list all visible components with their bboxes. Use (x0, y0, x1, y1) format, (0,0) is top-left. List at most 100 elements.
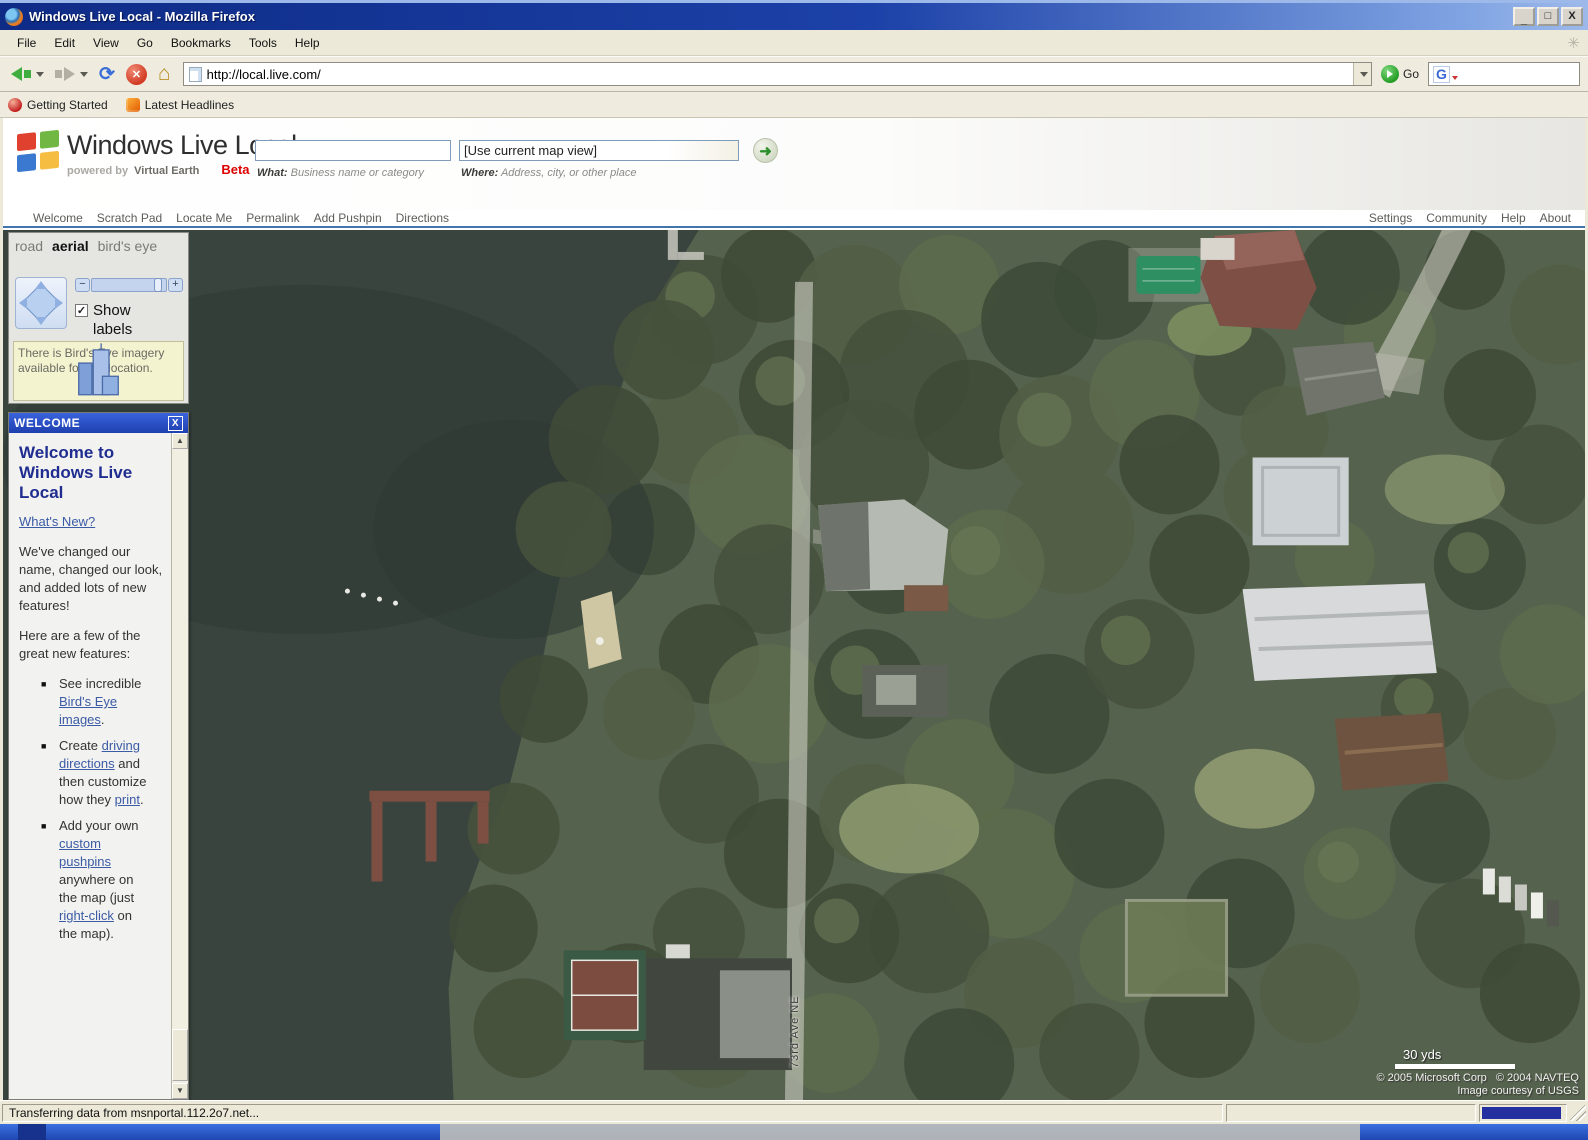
scroll-down-button[interactable]: ▼ (172, 1083, 188, 1099)
what-hint: Business name or category (291, 167, 424, 179)
firefox-icon (5, 8, 23, 26)
birds-eye-notice[interactable]: There is Bird's Eye imagery available fo… (13, 341, 184, 401)
welcome-bullet-link[interactable]: custom pushpins (59, 836, 111, 869)
pan-left-icon[interactable] (19, 297, 27, 309)
zoom-thumb[interactable] (154, 278, 162, 292)
show-labels-label: Show labels (93, 301, 170, 339)
back-dropdown-icon[interactable] (36, 72, 44, 77)
welcome-panel-title: WELCOME (14, 416, 80, 430)
map-scale: 30 yds (1395, 1047, 1515, 1069)
zoom-in-button[interactable]: + (168, 278, 183, 292)
welcome-bullet-text: See incredible (59, 676, 141, 691)
back-arrow-icon (11, 67, 22, 81)
nav-link[interactable]: Welcome (33, 211, 83, 225)
forward-dropdown-icon[interactable] (80, 72, 88, 77)
menu-bar: FileEditViewGoBookmarksToolsHelp ✳ (0, 30, 1588, 56)
nav-link[interactable]: Help (1501, 211, 1526, 225)
what-caption: What: Business name or category (257, 167, 424, 179)
what-label: What: (257, 167, 288, 179)
welcome-bullet-link[interactable]: right-click (59, 908, 114, 923)
bookmark-getting-started[interactable]: Getting Started (8, 98, 108, 112)
menu-item[interactable]: Edit (45, 32, 84, 54)
windows-taskbar[interactable] (0, 1124, 1588, 1140)
status-text: Transferring data from msnportal.112.2o7… (2, 1104, 1223, 1122)
pan-down-icon[interactable] (35, 317, 47, 325)
pan-up-icon[interactable] (35, 281, 47, 289)
copyright-line: Image courtesy of USGS (1377, 1085, 1579, 1098)
firefox-bookmark-icon (8, 98, 22, 112)
welcome-scrollbar[interactable]: ▲ ▼ (171, 433, 188, 1099)
map-canvas[interactable]: 73rd Ave NE 30 yds © 2005 Microsoft Corp… (3, 230, 1585, 1100)
search-input[interactable] (1460, 67, 1575, 82)
menu-item[interactable]: Help (286, 32, 329, 54)
map-mode-link[interactable]: aerial (52, 238, 89, 254)
arrow-right-icon: ➜ (759, 142, 772, 160)
resize-grip-icon[interactable] (1570, 1105, 1586, 1121)
zoom-slider[interactable]: − + (75, 277, 183, 293)
where-input[interactable] (459, 140, 739, 161)
zoom-out-button[interactable]: − (75, 278, 90, 292)
nav-link[interactable]: Add Pushpin (314, 211, 382, 225)
maximize-button[interactable]: □ (1537, 7, 1559, 26)
welcome-features-lead: Here are a few of the great new features… (19, 627, 165, 663)
welcome-bullet-item: Create driving directions and then custo… (59, 737, 153, 809)
scroll-thumb[interactable] (172, 1029, 188, 1081)
beta-badge: Beta (221, 162, 249, 177)
nav-link[interactable]: Permalink (246, 211, 299, 225)
menu-item[interactable]: Tools (240, 32, 286, 54)
whats-new-link[interactable]: What's New? (19, 514, 95, 529)
search-go-button[interactable]: ➜ (753, 138, 778, 163)
windows-flag-icon (17, 130, 59, 172)
welcome-bullet-text: anywhere on the map (just (59, 872, 134, 905)
welcome-close-button[interactable]: X (168, 416, 183, 431)
scroll-up-button[interactable]: ▲ (172, 433, 188, 449)
url-dropdown-button[interactable] (1353, 63, 1371, 85)
map-mode-link[interactable]: bird's eye (98, 238, 157, 254)
pan-right-icon[interactable] (55, 297, 63, 309)
back-arrow-icon (24, 70, 31, 78)
show-labels-checkbox[interactable]: ✓ (75, 304, 88, 317)
window-titlebar[interactable]: Windows Live Local - Mozilla Firefox _ □… (0, 0, 1588, 30)
welcome-panel-titlebar[interactable]: WELCOME X (9, 413, 188, 433)
welcome-bullet-item: See incredible Bird's Eye images. (59, 675, 153, 729)
go-button[interactable]: Go (1377, 65, 1423, 83)
welcome-bullet-link[interactable]: Bird's Eye images (59, 694, 117, 727)
welcome-bullet-text: Add your own (59, 818, 139, 833)
menu-item[interactable]: View (84, 32, 128, 54)
page-header: Windows Live Local powered by Virtual Ea… (3, 118, 1585, 210)
street-label: 73rd Ave NE (789, 948, 807, 1068)
menu-item[interactable]: Bookmarks (162, 32, 240, 54)
welcome-bullet-item: Add your own custom pushpins anywhere on… (59, 817, 153, 943)
minimize-button[interactable]: _ (1513, 7, 1535, 26)
menu-item[interactable]: Go (128, 32, 162, 54)
nav-link[interactable]: Directions (396, 211, 449, 225)
welcome-panel: WELCOME X Welcome to Windows Live Local … (8, 412, 189, 1100)
forward-button[interactable] (52, 60, 91, 88)
nav-link[interactable]: Settings (1369, 211, 1412, 225)
home-button[interactable]: ⌂ (155, 60, 174, 88)
search-engine-dropdown-icon[interactable] (1452, 76, 1458, 80)
zoom-track[interactable] (91, 278, 167, 292)
nav-link[interactable]: About (1540, 211, 1571, 225)
welcome-bullet-text: . (140, 792, 144, 807)
navigation-toolbar: ⟳ ✕ ⌂ Go G (0, 56, 1588, 92)
stop-button[interactable]: ✕ (123, 60, 150, 88)
back-button[interactable] (8, 60, 47, 88)
map-mode-link[interactable]: road (15, 238, 43, 254)
nav-link[interactable]: Scratch Pad (97, 211, 162, 225)
nav-link[interactable]: Community (1426, 211, 1487, 225)
welcome-bullet-link[interactable]: print (115, 792, 140, 807)
taskbar-start-stub (18, 1124, 46, 1140)
url-input[interactable] (207, 64, 1353, 84)
where-hint: Address, city, or other place (501, 167, 637, 179)
virtual-earth-label: Virtual Earth (134, 165, 199, 177)
reload-button[interactable]: ⟳ (96, 60, 118, 88)
throbber-icon: ✳ (1567, 34, 1580, 52)
bookmark-latest-headlines[interactable]: Latest Headlines (126, 98, 234, 112)
pan-compass[interactable] (15, 277, 67, 329)
nav-link[interactable]: Locate Me (176, 211, 232, 225)
menu-item[interactable]: File (8, 32, 45, 54)
close-button[interactable]: X (1561, 7, 1583, 26)
where-label: Where: (461, 167, 498, 179)
what-input[interactable] (255, 140, 451, 161)
